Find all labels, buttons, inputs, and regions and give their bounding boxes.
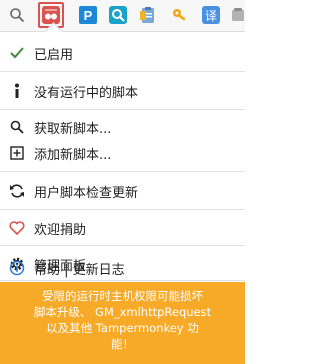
search-icon[interactable]	[6, 4, 28, 26]
menu-item-label: 已启用	[34, 47, 74, 63]
clipboard-icon[interactable]	[137, 4, 159, 26]
warning-line: 能！	[111, 337, 134, 351]
menu-item-label: 帮助 | 更新日志	[34, 262, 125, 278]
divider	[0, 71, 245, 72]
heart-icon	[0, 221, 34, 235]
menu-item-no-scripts: 没有运行中的脚本	[0, 76, 245, 106]
more-icon[interactable]	[227, 4, 249, 26]
plus-box-icon	[0, 146, 34, 160]
info-i-icon	[0, 83, 34, 99]
check-icon	[0, 47, 34, 59]
qr-search-icon[interactable]	[107, 4, 129, 26]
permission-warning-banner: 受限的运行时主机权限可能损坏 脚本升级、 GM_xmlhttpRequest 以…	[0, 282, 245, 364]
svg-text:P: P	[84, 8, 93, 23]
search-icon	[0, 120, 34, 134]
warning-line: 脚本升级、 GM_xmlhttpRequest	[33, 305, 212, 319]
menu-item-label: 获取新脚本...	[34, 121, 112, 137]
translate-icon[interactable]: 译	[200, 4, 222, 26]
key-icon[interactable]	[169, 4, 191, 26]
menu-item-donate[interactable]: 欢迎捐助	[0, 213, 245, 243]
refresh-icon	[0, 183, 34, 199]
menu-item-label: 没有运行中的脚本	[34, 85, 139, 101]
divider	[0, 245, 245, 246]
p-extension-icon[interactable]: P	[77, 4, 99, 26]
warning-line: 受限的运行时主机权限可能损坏	[42, 289, 203, 303]
extension-popup-screen: P 译 已启用 没有运行中的脚本 获取新脚本... 添加新脚本... 用户脚本检…	[0, 0, 245, 364]
menu-item-label: 添加新脚本...	[34, 147, 112, 163]
divider	[0, 209, 245, 210]
menu-item-enabled[interactable]: 已启用	[0, 38, 245, 68]
menu-item-label: 用户脚本检查更新	[34, 185, 139, 201]
svg-text:译: 译	[205, 9, 217, 23]
divider	[0, 109, 245, 110]
browser-toolbar: P 译	[0, 0, 245, 31]
info-circle-icon	[0, 260, 34, 276]
menu-item-help-changelog[interactable]: 帮助 | 更新日志	[0, 253, 245, 283]
warning-line: 以及其他 Tampermonkey 功	[46, 321, 199, 335]
menu-item-add-new-script[interactable]: 添加新脚本...	[0, 138, 245, 168]
divider	[0, 171, 245, 172]
menu-item-check-updates[interactable]: 用户脚本检查更新	[0, 176, 245, 206]
menu-item-label: 欢迎捐助	[34, 222, 87, 238]
